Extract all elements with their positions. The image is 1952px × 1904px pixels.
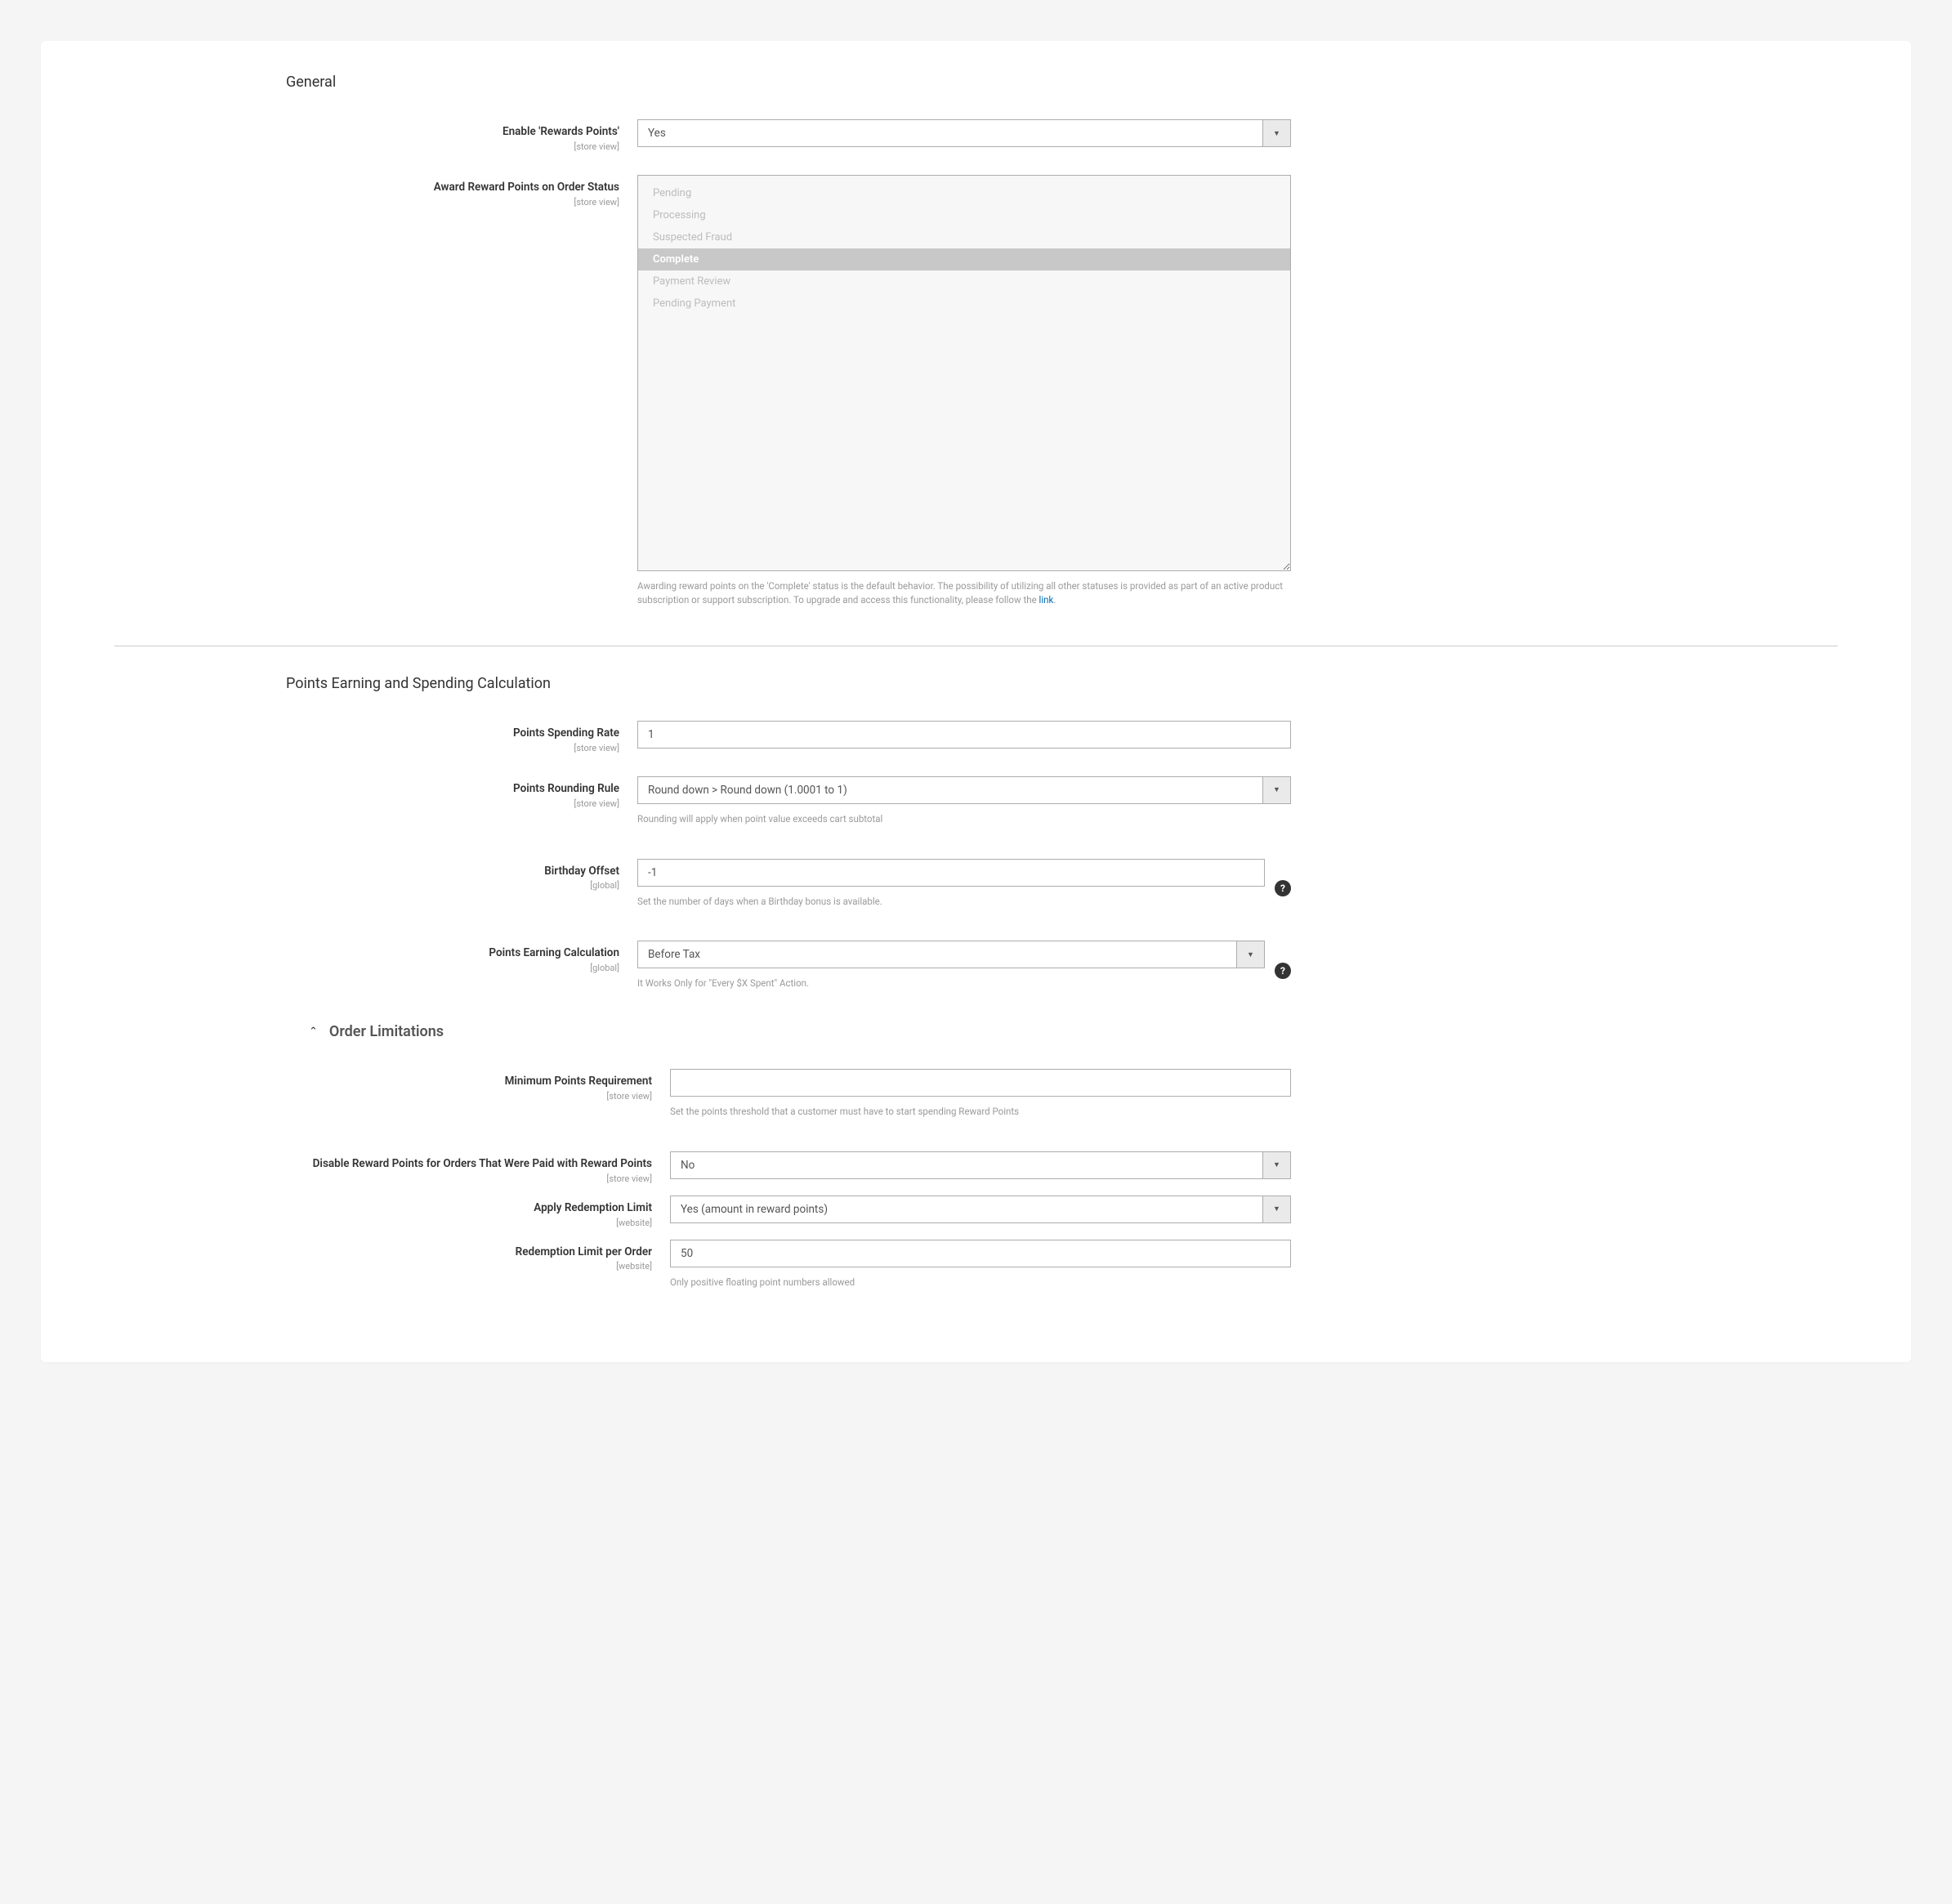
label-min-points-req: Minimum Points Requirement <box>505 1075 652 1088</box>
label-col: Award Reward Points on Order Status [sto… <box>114 175 637 208</box>
scope-global: [global] <box>114 963 619 973</box>
label-col: Points Rounding Rule [store view] <box>114 776 637 809</box>
help-note-earning-calc: It Works Only for "Every $X Spent" Actio… <box>637 977 1265 990</box>
help-note-birthday: Set the number of days when a Birthday b… <box>637 895 1265 909</box>
label-col: Points Earning Calculation [global] <box>114 941 637 973</box>
label-col: Enable 'Rewards Points' [store view] <box>114 119 637 152</box>
help-note-min-points: Set the points threshold that a customer… <box>670 1105 1291 1119</box>
scope-store-view: [store view] <box>114 798 619 809</box>
multiselect-option[interactable]: Processing <box>643 204 1285 226</box>
scope-store-view: [store view] <box>114 743 619 753</box>
select-enable-rewards[interactable]: Yes ▼ <box>637 119 1291 147</box>
chevron-down-icon: ▼ <box>1262 1152 1290 1178</box>
field-apply-redemption-limit: Apply Redemption Limit [website] Yes (am… <box>114 1196 1838 1228</box>
value-col: Yes ▼ <box>637 119 1291 147</box>
field-birthday-offset: Birthday Offset [global] -1 Set the numb… <box>114 859 1838 918</box>
value-col: Before Tax ▼ It Works Only for "Every $X… <box>637 941 1291 1000</box>
value-col: 50 Only positive floating point numbers … <box>670 1240 1291 1299</box>
field-earning-calc: Points Earning Calculation [global] Befo… <box>114 941 1838 1000</box>
label-col: Minimum Points Requirement [store view] <box>114 1069 670 1102</box>
value-col: PendingProcessingSuspected FraudComplete… <box>637 175 1291 617</box>
select-rounding-rule[interactable]: Round down > Round down (1.0001 to 1) ▼ <box>637 776 1291 804</box>
input-value: 50 <box>681 1247 693 1260</box>
label-col: Redemption Limit per Order [website] <box>114 1240 670 1272</box>
multiselect-option[interactable]: Complete <box>638 248 1290 270</box>
value-col: Set the points threshold that a customer… <box>670 1069 1291 1129</box>
multiselect-option[interactable]: Payment Review <box>643 270 1285 293</box>
help-note-award-on-status: Awarding reward points on the 'Complete'… <box>637 579 1291 608</box>
chevron-down-icon: ▼ <box>1262 777 1290 803</box>
value-col: Yes (amount in reward points) ▼ <box>670 1196 1291 1223</box>
value-col: 1 <box>637 721 1291 749</box>
multiselect-option[interactable]: Suspected Fraud <box>643 226 1285 248</box>
field-rounding-rule: Points Rounding Rule [store view] Round … <box>114 776 1838 836</box>
value-col: -1 Set the number of days when a Birthda… <box>637 859 1291 918</box>
field-min-points-req: Minimum Points Requirement [store view] … <box>114 1069 1838 1129</box>
section-title-calc: Points Earning and Spending Calculation <box>286 675 1838 692</box>
select-earning-calc[interactable]: Before Tax ▼ <box>637 941 1265 968</box>
label-spending-rate: Points Spending Rate <box>513 726 619 740</box>
help-note-rounding: Rounding will apply when point value exc… <box>637 812 1291 826</box>
field-spending-rate: Points Spending Rate [store view] 1 <box>114 721 1838 753</box>
input-value: -1 <box>648 866 657 879</box>
field-disable-paid-with-points: Disable Reward Points for Orders That We… <box>114 1151 1838 1184</box>
input-min-points-req[interactable] <box>670 1069 1291 1097</box>
label-apply-redemption-limit: Apply Redemption Limit <box>534 1201 652 1214</box>
scope-website: [website] <box>114 1261 652 1272</box>
field-redemption-limit-per-order: Redemption Limit per Order [website] 50 … <box>114 1240 1838 1299</box>
multiselect-option[interactable]: Pending <box>643 182 1285 204</box>
label-enable-rewards: Enable 'Rewards Points' <box>503 125 619 138</box>
select-value: Round down > Round down (1.0001 to 1) <box>648 784 847 797</box>
input-value: 1 <box>648 728 654 741</box>
section-title-general: General <box>286 74 1838 91</box>
field-award-on-status: Award Reward Points on Order Status [sto… <box>114 175 1838 617</box>
tooltip-icon[interactable]: ? <box>1275 963 1291 979</box>
help-note-redemption-limit: Only positive floating point numbers all… <box>670 1276 1291 1289</box>
label-award-on-status: Award Reward Points on Order Status <box>434 181 619 194</box>
value-col: No ▼ <box>670 1151 1291 1179</box>
label-col: Birthday Offset [global] <box>114 859 637 892</box>
note-text-suffix: . <box>1053 594 1056 606</box>
multiselect-award-on-status[interactable]: PendingProcessingSuspected FraudComplete… <box>637 175 1291 571</box>
select-value: Yes (amount in reward points) <box>681 1203 828 1216</box>
input-birthday-offset[interactable]: -1 <box>637 859 1265 887</box>
select-apply-redemption-limit[interactable]: Yes (amount in reward points) ▼ <box>670 1196 1291 1223</box>
scope-global: [global] <box>114 880 619 891</box>
config-panel: General Enable 'Rewards Points' [store v… <box>41 41 1911 1362</box>
tooltip-icon[interactable]: ? <box>1275 880 1291 896</box>
chevron-down-icon: ▼ <box>1262 1196 1290 1222</box>
subsection-order-limitations-header[interactable]: ⌃ Order Limitations <box>309 1023 1838 1040</box>
note-link[interactable]: link <box>1039 594 1054 606</box>
label-rounding-rule: Points Rounding Rule <box>513 782 619 795</box>
label-disable-paid-with-points: Disable Reward Points for Orders That We… <box>313 1157 652 1170</box>
scope-store-view: [store view] <box>114 1173 652 1184</box>
label-birthday-offset: Birthday Offset <box>544 865 619 878</box>
input-spending-rate[interactable]: 1 <box>637 721 1291 749</box>
multiselect-option[interactable]: Pending Payment <box>643 293 1285 315</box>
input-redemption-limit-per-order[interactable]: 50 <box>670 1240 1291 1267</box>
note-text-prefix: Awarding reward points on the 'Complete'… <box>637 580 1283 606</box>
label-col: Points Spending Rate [store view] <box>114 721 637 753</box>
scope-store-view: [store view] <box>114 197 619 208</box>
chevron-down-icon: ▼ <box>1236 941 1264 968</box>
value-col: Round down > Round down (1.0001 to 1) ▼ … <box>637 776 1291 836</box>
chevron-down-icon: ▼ <box>1262 120 1290 146</box>
scope-store-view: [store view] <box>114 1091 652 1102</box>
scope-store-view: [store view] <box>114 141 619 152</box>
label-redemption-limit-per-order: Redemption Limit per Order <box>516 1245 652 1258</box>
field-enable-rewards: Enable 'Rewards Points' [store view] Yes… <box>114 119 1838 152</box>
select-value: Before Tax <box>648 948 700 961</box>
select-disable-paid-with-points[interactable]: No ▼ <box>670 1151 1291 1179</box>
select-value: No <box>681 1159 695 1172</box>
label-col: Disable Reward Points for Orders That We… <box>114 1151 670 1184</box>
scope-website: [website] <box>114 1218 652 1228</box>
subsection-title: Order Limitations <box>329 1023 444 1040</box>
label-earning-calc: Points Earning Calculation <box>489 946 619 959</box>
select-value: Yes <box>648 127 666 140</box>
label-col: Apply Redemption Limit [website] <box>114 1196 670 1228</box>
chevron-up-icon: ⌃ <box>309 1026 318 1038</box>
